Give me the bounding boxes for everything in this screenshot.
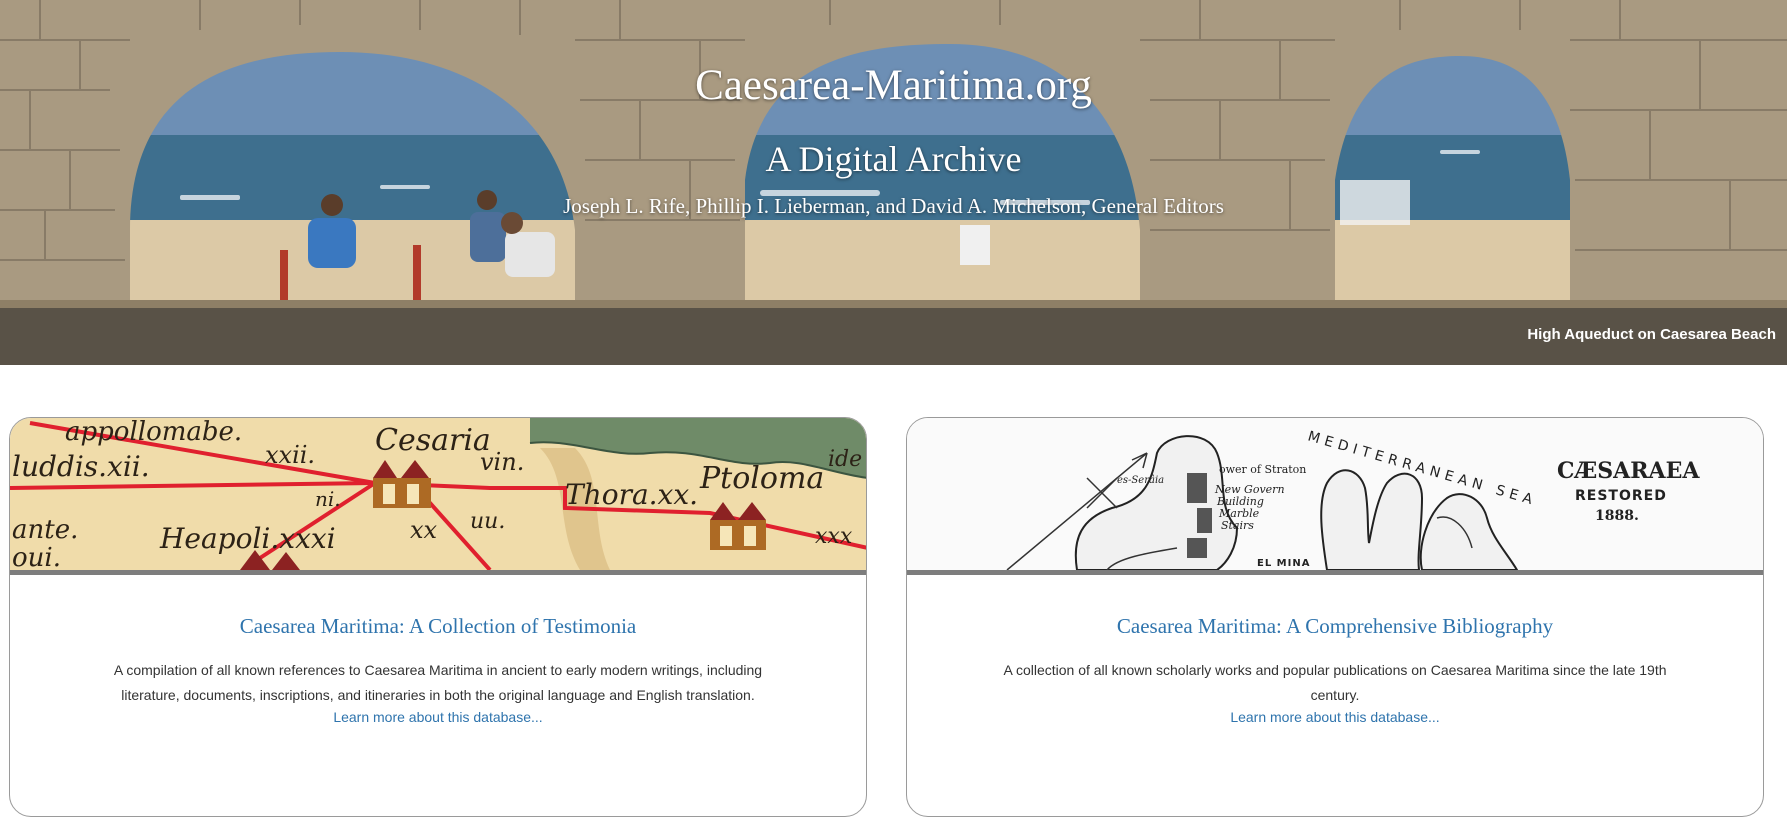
testimonia-card: appollomabe. xxii. Cesaria luddis.xii. v…: [9, 417, 867, 817]
svg-text:Stairs: Stairs: [1221, 519, 1254, 532]
svg-text:1888.: 1888.: [1595, 508, 1639, 524]
hero-banner: Caesarea-Maritima.org A Digital Archive …: [0, 0, 1787, 365]
svg-text:xxii.: xxii.: [265, 441, 315, 469]
svg-text:xx: xx: [410, 516, 438, 544]
testimonia-description: A compilation of all known references to…: [113, 662, 763, 703]
bibliography-title-link[interactable]: Caesarea Maritima: A Comprehensive Bibli…: [907, 614, 1763, 639]
svg-text:xxx: xxx: [815, 524, 853, 549]
svg-text:es-Serâia: es-Serâia: [1117, 475, 1164, 486]
svg-text:Ptoloma: Ptoloma: [699, 461, 824, 496]
site-subtitle: A Digital Archive: [765, 139, 1022, 179]
map-text: appollomabe.: [65, 418, 242, 447]
card-divider: [907, 570, 1763, 575]
bibliography-description: A collection of all known scholarly work…: [1003, 662, 1667, 703]
bibliography-learn-more-link[interactable]: Learn more about this database...: [907, 709, 1763, 725]
site-title[interactable]: Caesarea-Maritima.org: [0, 64, 1787, 107]
svg-text:oui.: oui.: [12, 543, 61, 570]
bibliography-card-image[interactable]: MEDITERRANEAN SEA CÆSARAEA RESTORED 1888…: [907, 418, 1763, 570]
svg-text:uu.: uu.: [470, 509, 505, 534]
testimonia-title-link[interactable]: Caesarea Maritima: A Collection of Testi…: [10, 614, 866, 639]
svg-text:ower of Straton: ower of Straton: [1219, 463, 1306, 476]
testimonia-learn-more-link[interactable]: Learn more about this database...: [10, 709, 866, 725]
card-divider: [10, 570, 866, 575]
testimonia-card-image[interactable]: appollomabe. xxii. Cesaria luddis.xii. v…: [10, 418, 866, 570]
site-editors: Joseph L. Rife, Phillip I. Lieberman, an…: [563, 194, 1224, 218]
svg-text:luddis.xii.: luddis.xii.: [12, 450, 150, 483]
svg-text:ante.: ante.: [12, 515, 78, 545]
carousel-caption-bar: High Aqueduct on Caesarea Beach: [0, 308, 1787, 365]
svg-text:CÆSARAEA: CÆSARAEA: [1557, 458, 1700, 484]
svg-text:ide: ide: [828, 447, 862, 472]
historic-map-image: MEDITERRANEAN SEA CÆSARAEA RESTORED 1888…: [907, 418, 1763, 570]
svg-text:RESTORED: RESTORED: [1575, 488, 1667, 504]
svg-text:Cesaria: Cesaria: [375, 423, 491, 458]
svg-text:EL MINA: EL MINA: [1257, 558, 1310, 569]
peutinger-map-image: appollomabe. xxii. Cesaria luddis.xii. v…: [10, 418, 866, 570]
carousel-caption: High Aqueduct on Caesarea Beach: [1527, 326, 1776, 343]
svg-text:vin.: vin.: [480, 448, 524, 476]
svg-text:ni.: ni.: [315, 487, 341, 511]
svg-text:Heapoli.xxxi: Heapoli.xxxi: [159, 522, 336, 555]
bibliography-card: MEDITERRANEAN SEA CÆSARAEA RESTORED 1888…: [906, 417, 1764, 817]
svg-text:Thora.xx.: Thora.xx.: [565, 478, 698, 511]
